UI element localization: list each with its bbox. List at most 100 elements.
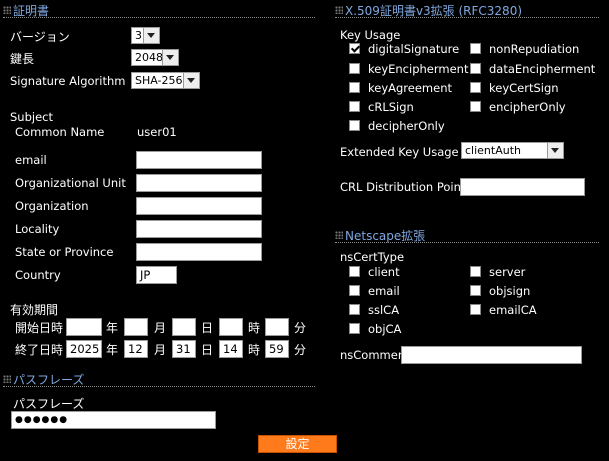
email-field[interactable] bbox=[136, 151, 262, 169]
server-checkbox[interactable] bbox=[470, 266, 481, 277]
nscomment-label: nsComment bbox=[340, 348, 410, 362]
email-checkbox[interactable] bbox=[349, 285, 360, 296]
crl-field[interactable] bbox=[460, 178, 585, 196]
emailca-label: emailCA bbox=[489, 303, 537, 317]
objsign-label: objsign bbox=[489, 284, 531, 298]
objca-checkbox[interactable] bbox=[349, 323, 360, 334]
sigalg-label: Signature Algorithm bbox=[10, 74, 126, 88]
keyagreement-checkbox[interactable] bbox=[349, 82, 360, 93]
unit-day: 日 bbox=[201, 343, 214, 357]
keylen-select[interactable]: 2048 bbox=[131, 49, 179, 66]
keycertsign-checkbox[interactable] bbox=[470, 82, 481, 93]
sigalg-select[interactable]: SHA-256 bbox=[131, 72, 200, 89]
ou-label: Organizational Unit bbox=[15, 176, 126, 190]
end-min-field[interactable]: 59 bbox=[265, 340, 289, 358]
keyagreement-label: keyAgreement bbox=[368, 81, 452, 95]
crlsign-label: cRLSign bbox=[368, 100, 414, 114]
version-label: バージョン bbox=[10, 30, 70, 44]
eku-value: clientAuth bbox=[465, 144, 521, 157]
end-hour-field[interactable]: 14 bbox=[219, 340, 243, 358]
submit-button[interactable]: 設定 bbox=[258, 435, 337, 453]
eku-select[interactable]: clientAuth bbox=[461, 142, 564, 159]
email-label: email bbox=[15, 153, 47, 167]
encipheronly-label: encipherOnly bbox=[489, 100, 566, 114]
state-label: State or Province bbox=[15, 245, 114, 259]
client-label: client bbox=[368, 265, 400, 279]
client-checkbox[interactable] bbox=[349, 266, 360, 277]
objsign-checkbox[interactable] bbox=[470, 285, 481, 296]
section-grip-icon bbox=[3, 375, 11, 383]
section-grip-icon bbox=[335, 6, 343, 14]
unit-month: 月 bbox=[154, 343, 167, 357]
cn-label: Common Name bbox=[15, 125, 105, 139]
country-field[interactable]: JP bbox=[136, 266, 177, 284]
keyencipherment-checkbox[interactable] bbox=[349, 63, 360, 74]
digitalsignature-checkbox[interactable] bbox=[349, 43, 360, 54]
version-value: 3 bbox=[135, 29, 142, 42]
divider bbox=[335, 17, 599, 18]
objca-label: objCA bbox=[368, 322, 402, 336]
chevron-down-icon bbox=[183, 73, 199, 88]
keyencipherment-label: keyEncipherment bbox=[368, 62, 469, 76]
dataencipherment-label: dataEncipherment bbox=[489, 62, 596, 76]
sigalg-value: SHA-256 bbox=[135, 74, 183, 87]
end-day-field[interactable]: 31 bbox=[172, 340, 196, 358]
nonrepudiation-label: nonRepudiation bbox=[489, 42, 580, 56]
start-min-field[interactable] bbox=[265, 318, 289, 336]
unit-month: 月 bbox=[154, 321, 167, 335]
chevron-down-icon bbox=[547, 143, 563, 158]
keylen-label: 鍵長 bbox=[10, 52, 35, 66]
nscomment-field[interactable] bbox=[401, 346, 582, 364]
end-label: 終了日時 bbox=[15, 343, 64, 357]
section-grip-icon bbox=[3, 6, 11, 14]
pass-label: パスフレーズ bbox=[13, 397, 85, 411]
country-label: Country bbox=[15, 268, 61, 282]
version-select[interactable]: 3 bbox=[131, 27, 160, 44]
start-day-field[interactable] bbox=[172, 318, 196, 336]
validity-label: 有効期間 bbox=[10, 303, 59, 317]
start-hour-field[interactable] bbox=[219, 318, 243, 336]
sslca-checkbox[interactable] bbox=[349, 304, 360, 315]
start-month-field[interactable] bbox=[124, 318, 148, 336]
digitalsignature-label: digitalSignature bbox=[368, 42, 460, 56]
nscerttype-label: nsCertType bbox=[340, 250, 405, 264]
dataencipherment-checkbox[interactable] bbox=[470, 63, 481, 74]
chevron-down-icon bbox=[143, 28, 159, 43]
unit-day: 日 bbox=[201, 321, 214, 335]
decipheronly-checkbox[interactable] bbox=[349, 120, 360, 131]
ou-field[interactable] bbox=[136, 174, 262, 192]
state-field[interactable] bbox=[136, 243, 262, 261]
chevron-down-icon bbox=[162, 50, 178, 65]
cn-value: user01 bbox=[137, 125, 177, 139]
start-label: 開始日時 bbox=[15, 321, 64, 335]
end-month-field[interactable]: 12 bbox=[124, 340, 148, 358]
encipheronly-checkbox[interactable] bbox=[470, 101, 481, 112]
email-ns-label: email bbox=[368, 284, 400, 298]
start-year-field[interactable] bbox=[66, 318, 102, 336]
unit-year: 年 bbox=[106, 343, 119, 357]
org-field[interactable] bbox=[136, 197, 262, 215]
unit-min: 分 bbox=[294, 321, 307, 335]
section-grip-icon bbox=[335, 231, 343, 239]
nonrepudiation-checkbox[interactable] bbox=[470, 43, 481, 54]
unit-min: 分 bbox=[294, 343, 307, 357]
divider bbox=[3, 386, 315, 387]
divider bbox=[3, 17, 315, 18]
keylen-value: 2048 bbox=[135, 51, 163, 64]
server-label: server bbox=[489, 265, 526, 279]
crl-label: CRL Distribution Points bbox=[340, 180, 472, 194]
divider bbox=[335, 242, 599, 243]
subject-label: Subject bbox=[10, 110, 53, 124]
eku-label: Extended Key Usage bbox=[340, 145, 459, 159]
passphrase-input[interactable]: ●●●●●● bbox=[11, 411, 216, 429]
end-year-field[interactable]: 2025 bbox=[66, 340, 102, 358]
ku-label: Key Usage bbox=[340, 28, 401, 42]
crlsign-checkbox[interactable] bbox=[349, 101, 360, 112]
emailca-checkbox[interactable] bbox=[470, 304, 481, 315]
keycertsign-label: keyCertSign bbox=[489, 81, 559, 95]
org-label: Organization bbox=[15, 199, 89, 213]
unit-year: 年 bbox=[106, 321, 119, 335]
locality-field[interactable] bbox=[136, 220, 262, 238]
unit-hour: 時 bbox=[248, 321, 261, 335]
decipheronly-label: decipherOnly bbox=[368, 119, 445, 133]
